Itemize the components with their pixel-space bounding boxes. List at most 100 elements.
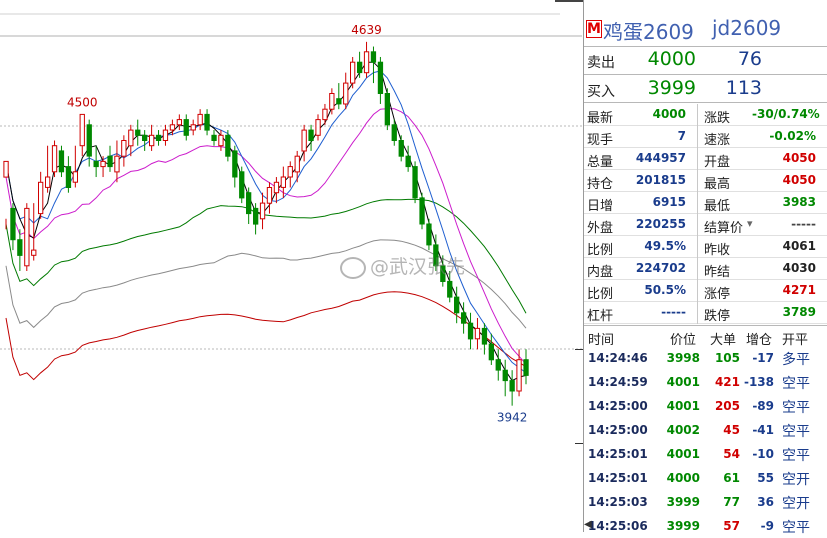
tick-type: 空开: [782, 496, 810, 512]
candle-body: [218, 134, 224, 147]
stat-label: 外盘: [587, 221, 614, 236]
candle-body: [259, 202, 266, 220]
stat-value: 4030: [782, 261, 816, 275]
tick-price: 4001: [666, 447, 700, 461]
candle-body: [329, 93, 335, 110]
stat-value: 7: [677, 129, 686, 143]
candle-body: [246, 192, 252, 215]
dropdown-icon[interactable]: ▾: [747, 217, 753, 230]
candle-body: [384, 93, 391, 126]
candle-body: [301, 129, 307, 152]
tick-time: 14:25:00: [588, 399, 648, 413]
stat-row: 比例 50.5% 涨停 4271: [584, 280, 827, 302]
candle-body: [190, 124, 196, 131]
stat-row: 外盘 220255 结算价 ----- ▾: [584, 214, 827, 236]
candle-body: [204, 113, 210, 131]
stat-label: 结算价: [704, 221, 744, 236]
candle-body: [10, 207, 16, 241]
tick-time: 14:25:00: [588, 423, 648, 437]
candle-body: [405, 155, 411, 168]
tick-row[interactable]: 14:25:00 4001 205 -89 空平: [584, 394, 827, 418]
candle-body: [336, 98, 342, 105]
tick-row[interactable]: 14:25:01 4001 54 -10 空平: [584, 442, 827, 466]
stat-label: 持仓: [587, 177, 614, 192]
divider: [584, 74, 827, 75]
candle-body: [31, 249, 37, 256]
tick-type: 空平: [782, 424, 810, 440]
stat-value: 224702: [635, 261, 686, 275]
main-contract-badge: M: [586, 20, 602, 38]
candle-body: [481, 327, 488, 345]
stat-value: 201815: [635, 173, 686, 187]
stat-label: 开盘: [704, 155, 731, 170]
candle-body: [502, 369, 508, 382]
stat-row: 比例 49.5% 昨收 4061: [584, 236, 827, 258]
stat-label: 昨收: [704, 243, 731, 258]
bid-label: 买入: [587, 84, 615, 100]
candle-body: [294, 155, 300, 173]
ask-row[interactable]: 卖出 4000 76: [584, 47, 827, 73]
candle-body: [176, 119, 182, 126]
candle-body: [183, 119, 189, 136]
candle-body: [86, 124, 92, 157]
candle-body: [391, 124, 397, 142]
tick-time: 14:25:01: [588, 447, 648, 461]
candle-body: [273, 181, 280, 194]
quote-panel: M 鸡蛋2609 jd2609 卖出 4000 76 买入 3999 113 最…: [583, 0, 827, 536]
candle-body: [142, 134, 148, 142]
tick-time: 14:25:01: [588, 471, 648, 485]
stat-label: 跌停: [704, 309, 731, 324]
stat-label: 比例: [587, 243, 614, 258]
candle-body: [308, 129, 314, 142]
candle-body: [398, 140, 404, 157]
candle-body: [3, 160, 9, 178]
kline-svg[interactable]: 4500 4639 3942: [0, 0, 582, 532]
stat-label: 涨跌: [704, 111, 731, 126]
candle-body: [128, 129, 134, 147]
price-annotation: 4639: [351, 23, 382, 37]
tick-row[interactable]: 14:24:59 4001 421 -138 空平: [584, 370, 827, 394]
kline-chart[interactable]: 4500 4639 3942 @武汉张先: [0, 0, 582, 532]
candle-body: [38, 181, 44, 215]
stat-label: 内盘: [587, 265, 614, 280]
contract-code: jd2609: [712, 16, 782, 40]
tick-type: 多平: [782, 352, 810, 368]
price-axis-tick: [575, 349, 583, 350]
tick-row[interactable]: 14:25:01 4000 61 55 空开: [584, 466, 827, 490]
tick-row[interactable]: 14:25:00 4002 45 -41 空平: [584, 418, 827, 442]
tick-oi: -10: [752, 447, 774, 461]
stat-row: 现手 7 速涨 -0.02%: [584, 126, 827, 148]
candle-body: [45, 176, 51, 188]
ask-price: 4000: [647, 48, 696, 70]
tick-row[interactable]: 14:25:06 3999 57 -9 空平: [584, 514, 827, 538]
stat-row: 最新 4000 涨跌 -30/0.74%: [584, 104, 827, 126]
candle-body: [454, 296, 460, 314]
bid-row[interactable]: 买入 3999 113: [584, 76, 827, 102]
tick-oi: -9: [760, 519, 774, 533]
candle-body: [343, 82, 349, 105]
ask-label: 卖出: [587, 55, 615, 71]
tick-row[interactable]: 14:24:46 3998 105 -17 多平: [584, 346, 827, 370]
tick-oi: -17: [752, 351, 774, 365]
candle-body: [363, 51, 370, 74]
tick-oi: 55: [757, 471, 774, 485]
tick-time: 14:24:46: [588, 351, 648, 365]
stat-value: 3983: [782, 195, 816, 209]
candle-body: [377, 61, 384, 94]
candle-body: [523, 359, 529, 376]
contract-title: M 鸡蛋2609 jd2609: [584, 14, 827, 44]
scroll-left-icon[interactable]: ◀: [584, 519, 592, 530]
tick-type: 空平: [782, 376, 810, 392]
contract-name: 鸡蛋2609: [603, 20, 694, 44]
tick-price: 4002: [666, 423, 700, 437]
tick-price: 3999: [666, 495, 700, 509]
stat-label: 涨停: [704, 287, 731, 302]
stat-label: 速涨: [704, 133, 731, 148]
candle-body: [79, 113, 85, 147]
tick-row[interactable]: 14:25:03 3999 77 36 空开: [584, 490, 827, 514]
tick-volume: 54: [723, 447, 740, 461]
candle-body: [155, 134, 162, 142]
stat-label: 最低: [704, 199, 731, 214]
candle-body: [315, 119, 321, 136]
candle-body: [419, 197, 425, 225]
